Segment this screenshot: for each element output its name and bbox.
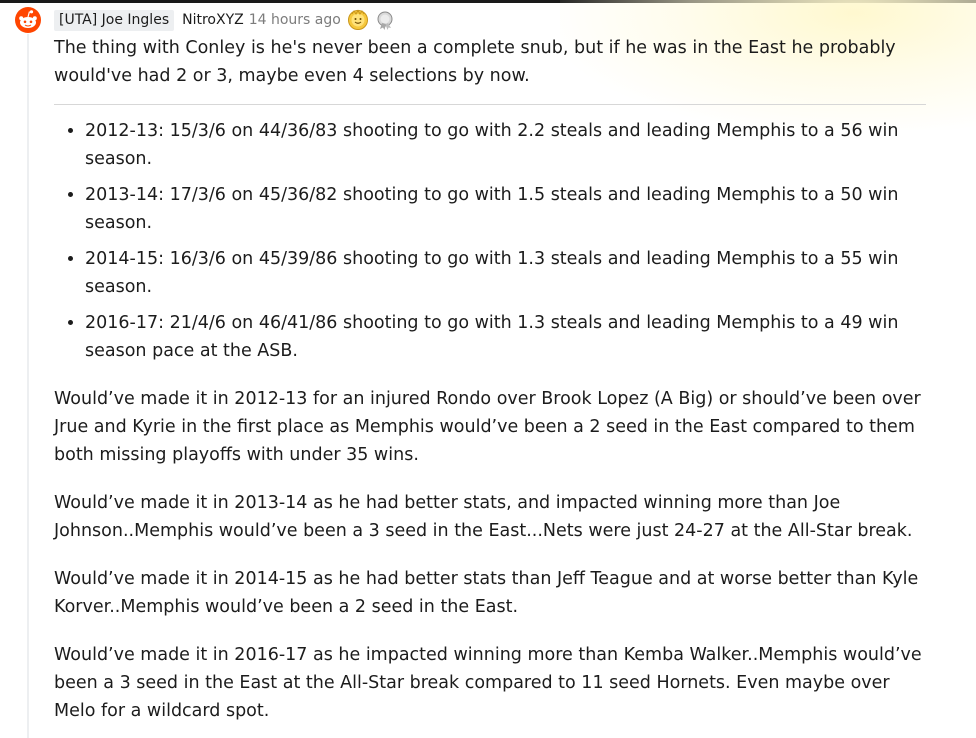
comment-paragraph: Would’ve made it in 2012-13 for an injur… xyxy=(54,389,921,465)
comment-body: The thing with Conley is he's never been… xyxy=(54,34,934,725)
user-flair[interactable]: [UTA] Joe Ingles xyxy=(54,9,175,31)
comment-page: [UTA] Joe Ingles NitroXYZ 14 hours ago T… xyxy=(0,0,976,738)
comment-paragraph: Would’ve made it in 2016-17 as he impact… xyxy=(54,645,922,721)
comment-paragraph: Would’ve made it in 2014-15 as he had be… xyxy=(54,569,919,617)
silver-award-icon[interactable] xyxy=(375,9,397,31)
comment-timestamp[interactable]: 14 hours ago xyxy=(249,12,341,28)
horizontal-rule xyxy=(54,104,926,105)
list-item: 2016-17: 21/4/6 on 46/41/86 shooting to … xyxy=(85,309,934,365)
comment-intro-paragraph: The thing with Conley is he's never been… xyxy=(54,38,896,86)
reddit-avatar-icon xyxy=(15,7,41,33)
avatar[interactable] xyxy=(14,6,42,34)
list-item: 2014-15: 16/3/6 on 45/39/86 shooting to … xyxy=(85,245,934,301)
thread-collapse-line[interactable] xyxy=(27,34,29,738)
comment-header: [UTA] Joe Ingles NitroXYZ 14 hours ago xyxy=(54,8,397,32)
list-item: 2013-14: 17/3/6 on 45/36/82 shooting to … xyxy=(85,181,934,237)
list-item: 2012-13: 15/3/6 on 44/36/83 shooting to … xyxy=(85,117,934,173)
author-username[interactable]: NitroXYZ xyxy=(182,12,244,28)
comment-paragraph: Would’ve made it in 2013-14 as he had be… xyxy=(54,493,913,541)
helpful-award-icon[interactable] xyxy=(347,9,369,31)
season-stats-list: 2012-13: 15/3/6 on 44/36/83 shooting to … xyxy=(54,117,934,365)
